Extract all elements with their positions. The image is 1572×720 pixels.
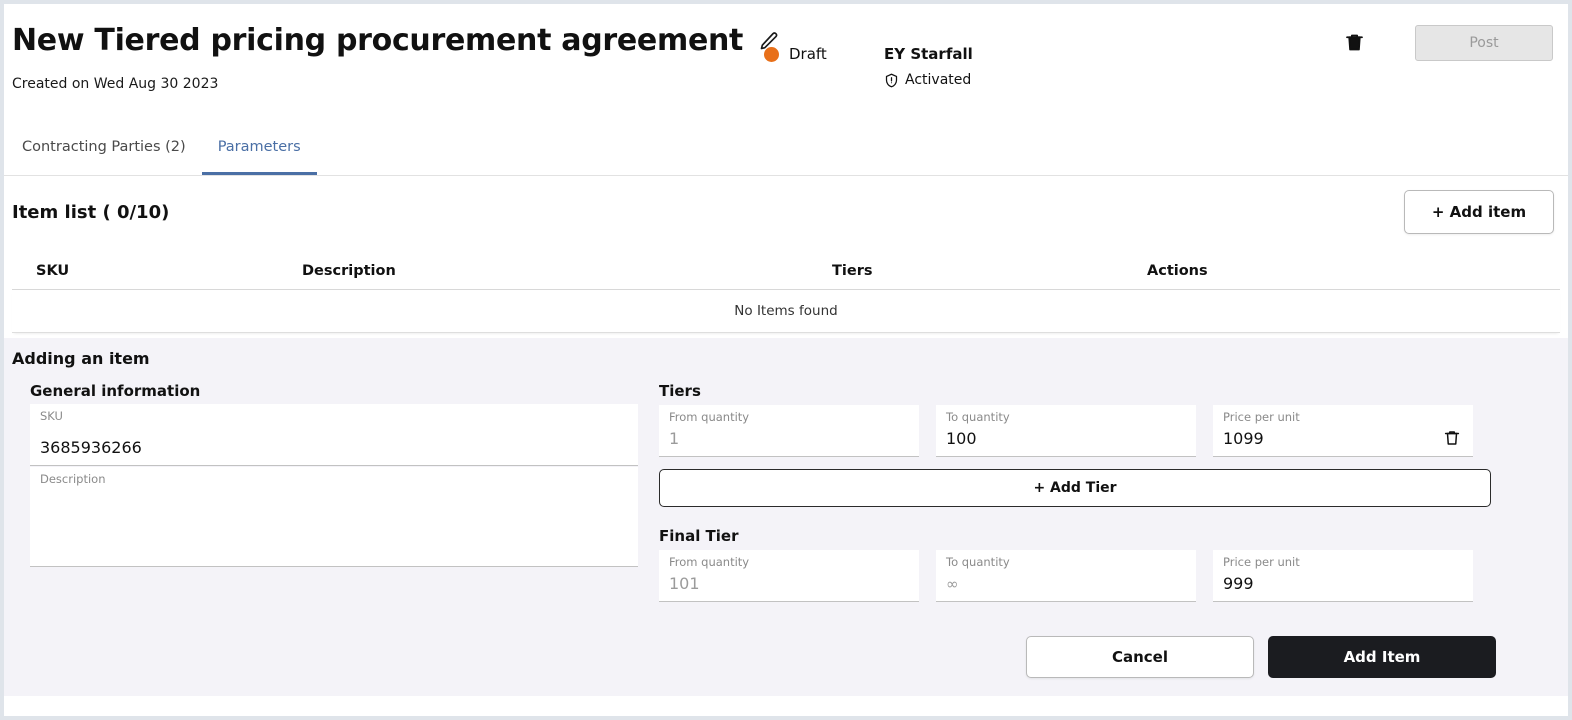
item-table: SKU Description Tiers Actions No Items f… <box>12 252 1560 333</box>
sku-field[interactable]: SKU 3685936266 <box>30 404 638 466</box>
final-tier-title: Final Tier <box>659 527 739 545</box>
shield-alert-icon <box>885 73 898 87</box>
tier-from-quantity-field: From quantity 1 <box>659 405 919 457</box>
status-dot-icon <box>764 46 779 62</box>
table-header-row: SKU Description Tiers Actions <box>12 252 1560 290</box>
tier-from-quantity-value: 1 <box>669 429 680 448</box>
column-header-actions: Actions <box>1147 262 1208 279</box>
created-on-text: Created on Wed Aug 30 2023 <box>12 76 219 92</box>
title-row: New Tiered pricing procurement agreement <box>12 26 781 56</box>
add-item-button[interactable]: + Add item <box>1404 190 1554 234</box>
organization-block: EY Starfall Activated <box>884 45 973 88</box>
tier-price-per-unit-label: Price per unit <box>1223 410 1300 424</box>
adding-item-body: General information SKU 3685936266 Descr… <box>4 382 1568 696</box>
sku-label: SKU <box>40 409 63 423</box>
status-label: Draft <box>789 45 827 63</box>
app-page: New Tiered pricing procurement agreement… <box>4 4 1568 716</box>
tier-price-per-unit-value: 1099 <box>1223 429 1264 448</box>
adding-item-panel: Adding an item General information SKU 3… <box>4 338 1568 696</box>
page-header: New Tiered pricing procurement agreement… <box>4 4 1568 122</box>
description-label: Description <box>40 472 106 486</box>
sku-value: 3685936266 <box>40 438 142 457</box>
cancel-button[interactable]: Cancel <box>1026 636 1254 678</box>
final-tier-from-quantity-label: From quantity <box>669 555 750 569</box>
final-tier-price-per-unit-label: Price per unit <box>1223 555 1300 569</box>
item-list-title: Item list ( 0/10) <box>12 202 170 223</box>
final-tier-price-per-unit-field[interactable]: Price per unit 999 <box>1213 550 1473 602</box>
final-tier-to-quantity-value: ∞ <box>946 575 959 593</box>
status-badge: Draft <box>764 45 827 63</box>
organization-state-label: Activated <box>905 72 972 88</box>
adding-item-title: Adding an item <box>12 349 150 368</box>
table-empty-row: No Items found <box>12 290 1560 333</box>
tab-parameters[interactable]: Parameters <box>201 122 317 175</box>
final-tier-to-quantity-label: To quantity <box>946 555 1010 569</box>
tier-to-quantity-label: To quantity <box>946 410 1010 424</box>
delete-tier-button[interactable] <box>1441 427 1463 449</box>
final-tier-to-quantity-field: To quantity ∞ <box>936 550 1196 602</box>
general-information-section: General information SKU 3685936266 Descr… <box>30 382 638 567</box>
final-tier-row: From quantity 101 To quantity ∞ Price pe… <box>659 550 1499 602</box>
column-header-tiers: Tiers <box>832 262 873 279</box>
organization-name: EY Starfall <box>884 45 973 63</box>
page-title: New Tiered pricing procurement agreement <box>12 23 744 58</box>
tab-contracting-parties[interactable]: Contracting Parties (2) <box>6 122 202 175</box>
trash-icon <box>1444 431 1460 445</box>
delete-agreement-button[interactable] <box>1341 29 1367 55</box>
trash-icon <box>1345 34 1363 50</box>
tier-price-per-unit-field[interactable]: Price per unit 1099 <box>1213 405 1473 457</box>
tier-row: From quantity 1 To quantity 100 Price pe… <box>659 405 1499 457</box>
tiers-section: Tiers From quantity 1 To quantity 100 Pr… <box>659 382 1499 602</box>
final-tier-from-quantity-field: From quantity 101 <box>659 550 919 602</box>
column-header-sku: SKU <box>36 262 70 279</box>
submit-item-button[interactable]: Add Item <box>1268 636 1496 678</box>
add-tier-button[interactable]: + Add Tier <box>659 469 1491 507</box>
panel-action-buttons: Cancel Add Item <box>1026 636 1496 678</box>
general-information-title: General information <box>30 382 201 400</box>
final-tier-from-quantity-value: 101 <box>669 574 700 593</box>
tier-to-quantity-field[interactable]: To quantity 100 <box>936 405 1196 457</box>
post-button[interactable]: Post <box>1415 25 1553 61</box>
tab-bar: Contracting Parties (2) Parameters <box>4 122 1568 176</box>
tiers-title: Tiers <box>659 382 701 400</box>
description-field[interactable]: Description <box>30 467 638 567</box>
organization-state: Activated <box>884 72 973 88</box>
final-tier-price-per-unit-value: 999 <box>1223 574 1254 593</box>
column-header-description: Description <box>302 262 396 279</box>
item-list-header: Item list ( 0/10) + Add item <box>4 176 1568 252</box>
tier-from-quantity-label: From quantity <box>669 410 750 424</box>
tier-to-quantity-value: 100 <box>946 429 977 448</box>
